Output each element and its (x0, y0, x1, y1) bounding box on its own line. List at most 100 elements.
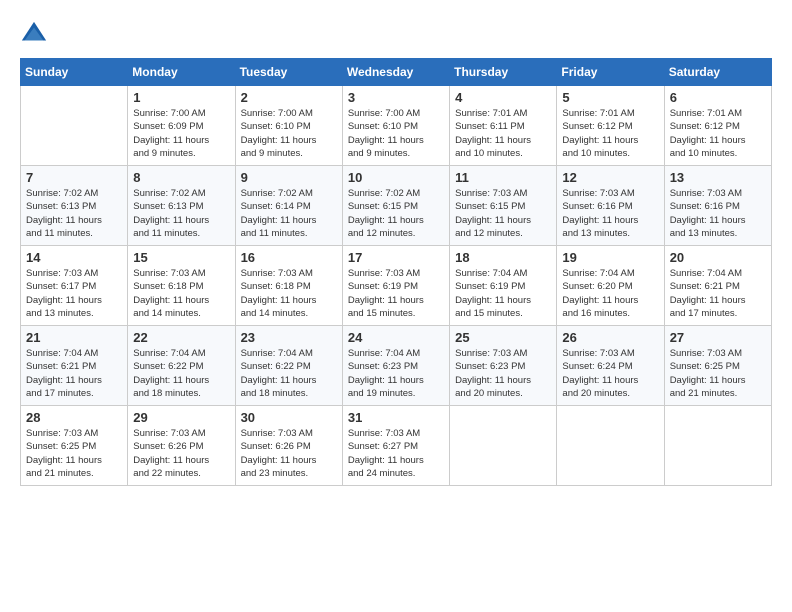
day-number: 27 (670, 330, 766, 345)
cell-info: Sunrise: 7:04 AMSunset: 6:22 PMDaylight:… (241, 347, 337, 400)
day-number: 20 (670, 250, 766, 265)
cell-info: Sunrise: 7:03 AMSunset: 6:25 PMDaylight:… (670, 347, 766, 400)
calendar-cell: 23Sunrise: 7:04 AMSunset: 6:22 PMDayligh… (235, 326, 342, 406)
calendar-week-row: 7 Sunrise: 7:02 AMSunset: 6:13 PMDaylight… (21, 166, 772, 246)
day-number: 29 (133, 410, 229, 425)
day-number: 10 (348, 170, 444, 185)
page-header (20, 20, 772, 48)
calendar-cell: 27 Sunrise: 7:03 AMSunset: 6:25 PMDayligh… (664, 326, 771, 406)
calendar-cell: 31 Sunrise: 7:03 AMSunset: 6:27 PMDayligh… (342, 406, 449, 486)
day-number: 22 (133, 330, 229, 345)
cell-info: Sunrise: 7:03 AMSunset: 6:27 PMDaylight:… (348, 427, 444, 480)
calendar-week-row: 14Sunrise: 7:03 AMSunset: 6:17 PMDayligh… (21, 246, 772, 326)
calendar-cell: 3Sunrise: 7:00 AMSunset: 6:10 PMDaylight… (342, 86, 449, 166)
cell-info: Sunrise: 7:03 AMSunset: 6:24 PMDaylight:… (562, 347, 658, 400)
day-number: 4 (455, 90, 551, 105)
cell-info: Sunrise: 7:02 AMSunset: 6:15 PMDaylight:… (348, 187, 444, 240)
day-number: 11 (455, 170, 551, 185)
calendar-cell: 18 Sunrise: 7:04 AMSunset: 6:19 PMDayligh… (450, 246, 557, 326)
cell-info: Sunrise: 7:04 AMSunset: 6:22 PMDaylight:… (133, 347, 229, 400)
calendar-cell: 15 Sunrise: 7:03 AMSunset: 6:18 PMDayligh… (128, 246, 235, 326)
header-monday: Monday (128, 59, 235, 86)
logo (20, 20, 52, 48)
header-friday: Friday (557, 59, 664, 86)
cell-info: Sunrise: 7:04 AMSunset: 6:19 PMDaylight:… (455, 267, 551, 320)
calendar-cell: 8 Sunrise: 7:02 AMSunset: 6:13 PMDaylight… (128, 166, 235, 246)
calendar-cell: 14Sunrise: 7:03 AMSunset: 6:17 PMDayligh… (21, 246, 128, 326)
calendar-week-row: 1Sunrise: 7:00 AMSunset: 6:09 PMDaylight… (21, 86, 772, 166)
cell-info: Sunrise: 7:04 AMSunset: 6:21 PMDaylight:… (26, 347, 122, 400)
cell-info: Sunrise: 7:03 AMSunset: 6:18 PMDaylight:… (241, 267, 337, 320)
day-number: 14 (26, 250, 122, 265)
header-sunday: Sunday (21, 59, 128, 86)
calendar-cell: 26Sunrise: 7:03 AMSunset: 6:24 PMDayligh… (557, 326, 664, 406)
calendar-cell: 17 Sunrise: 7:03 AMSunset: 6:19 PMDayligh… (342, 246, 449, 326)
cell-info: Sunrise: 7:03 AMSunset: 6:25 PMDaylight:… (26, 427, 122, 480)
cell-info: Sunrise: 7:03 AMSunset: 6:15 PMDaylight:… (455, 187, 551, 240)
calendar-cell: 11 Sunrise: 7:03 AMSunset: 6:15 PMDayligh… (450, 166, 557, 246)
calendar-header-row: SundayMondayTuesdayWednesdayThursdayFrid… (21, 59, 772, 86)
calendar-cell: 13 Sunrise: 7:03 AMSunset: 6:16 PMDayligh… (664, 166, 771, 246)
day-number: 3 (348, 90, 444, 105)
calendar-cell: 19Sunrise: 7:04 AMSunset: 6:20 PMDayligh… (557, 246, 664, 326)
day-number: 9 (241, 170, 337, 185)
day-number: 12 (562, 170, 658, 185)
day-number: 31 (348, 410, 444, 425)
cell-info: Sunrise: 7:02 AMSunset: 6:13 PMDaylight:… (26, 187, 122, 240)
calendar-cell: 22 Sunrise: 7:04 AMSunset: 6:22 PMDayligh… (128, 326, 235, 406)
day-number: 28 (26, 410, 122, 425)
day-number: 25 (455, 330, 551, 345)
cell-info: Sunrise: 7:03 AMSunset: 6:18 PMDaylight:… (133, 267, 229, 320)
calendar-cell: 30 Sunrise: 7:03 AMSunset: 6:26 PMDayligh… (235, 406, 342, 486)
day-number: 30 (241, 410, 337, 425)
calendar-cell: 6 Sunrise: 7:01 AMSunset: 6:12 PMDaylight… (664, 86, 771, 166)
cell-info: Sunrise: 7:02 AMSunset: 6:13 PMDaylight:… (133, 187, 229, 240)
calendar-cell: 4 Sunrise: 7:01 AMSunset: 6:11 PMDaylight… (450, 86, 557, 166)
calendar-cell (450, 406, 557, 486)
cell-info: Sunrise: 7:01 AMSunset: 6:12 PMDaylight:… (670, 107, 766, 160)
day-number: 2 (241, 90, 337, 105)
day-number: 17 (348, 250, 444, 265)
calendar-cell: 21 Sunrise: 7:04 AMSunset: 6:21 PMDayligh… (21, 326, 128, 406)
day-number: 15 (133, 250, 229, 265)
cell-info: Sunrise: 7:04 AMSunset: 6:21 PMDaylight:… (670, 267, 766, 320)
cell-info: Sunrise: 7:03 AMSunset: 6:26 PMDaylight:… (241, 427, 337, 480)
day-number: 24 (348, 330, 444, 345)
day-number: 6 (670, 90, 766, 105)
calendar-cell: 5Sunrise: 7:01 AMSunset: 6:12 PMDaylight… (557, 86, 664, 166)
logo-icon (20, 20, 48, 48)
calendar-cell (21, 86, 128, 166)
cell-info: Sunrise: 7:03 AMSunset: 6:16 PMDaylight:… (562, 187, 658, 240)
day-number: 13 (670, 170, 766, 185)
cell-info: Sunrise: 7:00 AMSunset: 6:09 PMDaylight:… (133, 107, 229, 160)
cell-info: Sunrise: 7:03 AMSunset: 6:16 PMDaylight:… (670, 187, 766, 240)
day-number: 19 (562, 250, 658, 265)
cell-info: Sunrise: 7:03 AMSunset: 6:26 PMDaylight:… (133, 427, 229, 480)
calendar-cell (664, 406, 771, 486)
calendar-cell: 10 Sunrise: 7:02 AMSunset: 6:15 PMDayligh… (342, 166, 449, 246)
cell-info: Sunrise: 7:01 AMSunset: 6:11 PMDaylight:… (455, 107, 551, 160)
header-saturday: Saturday (664, 59, 771, 86)
calendar-table: SundayMondayTuesdayWednesdayThursdayFrid… (20, 58, 772, 486)
header-wednesday: Wednesday (342, 59, 449, 86)
calendar-cell: 9 Sunrise: 7:02 AMSunset: 6:14 PMDaylight… (235, 166, 342, 246)
calendar-cell (557, 406, 664, 486)
day-number: 21 (26, 330, 122, 345)
calendar-cell: 29 Sunrise: 7:03 AMSunset: 6:26 PMDayligh… (128, 406, 235, 486)
calendar-cell: 20 Sunrise: 7:04 AMSunset: 6:21 PMDayligh… (664, 246, 771, 326)
calendar-cell: 7 Sunrise: 7:02 AMSunset: 6:13 PMDaylight… (21, 166, 128, 246)
calendar-cell: 1Sunrise: 7:00 AMSunset: 6:09 PMDaylight… (128, 86, 235, 166)
day-number: 18 (455, 250, 551, 265)
day-number: 8 (133, 170, 229, 185)
header-tuesday: Tuesday (235, 59, 342, 86)
calendar-cell: 2Sunrise: 7:00 AMSunset: 6:10 PMDaylight… (235, 86, 342, 166)
calendar-cell: 12 Sunrise: 7:03 AMSunset: 6:16 PMDayligh… (557, 166, 664, 246)
calendar-week-row: 28 Sunrise: 7:03 AMSunset: 6:25 PMDayligh… (21, 406, 772, 486)
cell-info: Sunrise: 7:03 AMSunset: 6:19 PMDaylight:… (348, 267, 444, 320)
calendar-cell: 28 Sunrise: 7:03 AMSunset: 6:25 PMDayligh… (21, 406, 128, 486)
day-number: 7 (26, 170, 122, 185)
calendar-week-row: 21 Sunrise: 7:04 AMSunset: 6:21 PMDayligh… (21, 326, 772, 406)
cell-info: Sunrise: 7:04 AMSunset: 6:23 PMDaylight:… (348, 347, 444, 400)
cell-info: Sunrise: 7:02 AMSunset: 6:14 PMDaylight:… (241, 187, 337, 240)
calendar-cell: 16Sunrise: 7:03 AMSunset: 6:18 PMDayligh… (235, 246, 342, 326)
